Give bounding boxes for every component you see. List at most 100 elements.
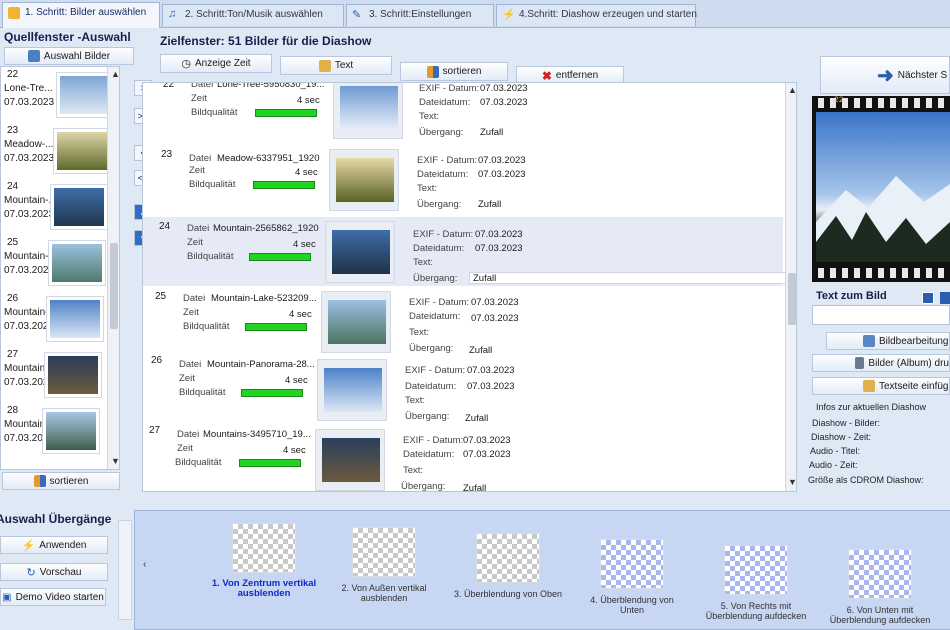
quality-bar xyxy=(249,253,311,261)
button-label: sortieren xyxy=(442,66,482,77)
target-sort-button[interactable]: sortieren xyxy=(400,62,508,81)
button-label: Nächster S xyxy=(897,69,948,81)
scroll-down-icon[interactable]: ▼ xyxy=(788,477,796,487)
scroll-up-icon[interactable]: ▲ xyxy=(788,85,796,95)
transition-field[interactable] xyxy=(469,272,791,284)
exif-label: EXIF - Datum: xyxy=(409,297,470,308)
tab-step-2[interactable]: ♫ 2. Schritt:Ton/Musik auswählen xyxy=(162,4,344,26)
print-album-button[interactable]: Bilder (Album) dru xyxy=(812,354,950,372)
text-button[interactable]: Text xyxy=(280,56,392,75)
transition-item[interactable]: 6. Von Unten mit Überblendung aufdecken xyxy=(825,549,935,625)
text-label: Text: xyxy=(405,395,426,406)
next-step-button[interactable]: ➜ Nächster S xyxy=(820,56,950,94)
select-images-button[interactable]: Auswahl Bilder xyxy=(4,47,134,65)
table-row[interactable]: 26 Datei Mountain-Panorama-28... Zeit 4 … xyxy=(143,355,783,424)
quality-bar xyxy=(241,389,303,397)
time-label: Zeit xyxy=(183,307,199,318)
tab-step-1[interactable]: 1. Schritt: Bilder auswählen xyxy=(2,2,160,28)
text-align-icon[interactable] xyxy=(922,292,934,304)
tab-label: 3. Schritt:Einstellungen xyxy=(369,9,472,20)
settings-icon: ✎ xyxy=(352,9,362,21)
list-item[interactable]: 24 Mountain-... 07.03.2023 xyxy=(1,179,119,235)
item-number: 23 xyxy=(7,125,19,136)
text-style-icon[interactable] xyxy=(940,292,950,304)
clock-icon: ◷ xyxy=(181,58,191,70)
image-thumbnail xyxy=(54,129,110,173)
image-thumbnail xyxy=(57,73,113,117)
quality-bar xyxy=(253,181,315,189)
file-label: Datei xyxy=(189,153,212,164)
target-scrollbar[interactable]: ▲ ▼ xyxy=(785,83,796,491)
row-number: 27 xyxy=(149,425,161,436)
item-number: 26 xyxy=(7,293,19,304)
row-number: 24 xyxy=(159,221,171,232)
source-sort-button[interactable]: sortieren xyxy=(2,472,120,490)
transition-item-selected[interactable]: 1. Von Zentrum vertikal ausblenden xyxy=(209,523,319,599)
list-item[interactable]: 23 Meadow-... 07.03.2023 xyxy=(1,123,119,179)
table-row[interactable]: 23 Datei Meadow-6337951_1920 Zeit 4 sec … xyxy=(143,147,783,216)
info-audio-title: Audio - Titel: xyxy=(810,446,861,456)
transition-value[interactable]: Zufall xyxy=(478,199,501,210)
transitions-strip[interactable]: ‹ 1. Von Zentrum vertikal ausblenden 2. … xyxy=(134,510,950,630)
table-row[interactable]: 25 Datei Mountain-Lake-523209... Zeit 4 … xyxy=(143,287,783,356)
quality-bar xyxy=(245,323,307,331)
row-number: 22 xyxy=(163,82,175,90)
scroll-up-icon[interactable]: ▲ xyxy=(111,69,119,79)
insert-textpage-button[interactable]: Textseite einfüg xyxy=(812,377,950,395)
transition-item[interactable]: 4. Überblendung von Unten xyxy=(577,539,687,615)
chevron-left-icon[interactable]: ‹ xyxy=(143,559,146,570)
show-time-button[interactable]: ◷ Anzeige Zeit xyxy=(160,54,272,73)
target-title: Zielfenster: 51 Bilder für die Diashow xyxy=(160,34,372,48)
time-label: Zeit xyxy=(187,237,203,248)
transition-value[interactable]: Zufall xyxy=(473,273,496,284)
tab-step-4[interactable]: ⚡ 4.Schritt: Diashow erzeugen und starte… xyxy=(496,4,697,26)
demo-video-button[interactable]: ▣ Demo Video starten xyxy=(0,588,106,606)
info-cdrom-size: Größe als CDROM Diashow: xyxy=(808,475,924,485)
item-date: 07.03.2023 xyxy=(4,265,55,276)
table-row[interactable]: 27 Datei Mountains-3495710_19... Zeit 4 … xyxy=(143,423,783,491)
transition-label: 4. Überblendung von Unten xyxy=(590,595,674,615)
transition-label: 5. Von Rechts mit Überblendung aufdecken xyxy=(705,601,807,621)
quality-bar xyxy=(239,459,301,467)
list-item[interactable]: 27 Mountain-... 07.03.2023 xyxy=(1,347,119,403)
image-text-input[interactable] xyxy=(812,305,950,325)
source-scrollbar[interactable]: ▲ ▼ xyxy=(107,67,119,469)
list-item[interactable]: 26 Mountain-... 07.03.2023 xyxy=(1,291,119,347)
list-item[interactable]: 22 Lone-Tre... 07.03.2023 xyxy=(1,67,119,123)
transition-preview xyxy=(600,539,664,589)
transition-label: 2. Von Außen vertikal ausblenden xyxy=(341,583,427,603)
scrollbar-thumb[interactable] xyxy=(788,273,796,325)
transition-item[interactable]: 2. Von Außen vertikal ausblenden xyxy=(329,527,439,603)
list-item[interactable]: 25 Mountain-... 07.03.2023 xyxy=(1,235,119,291)
row-thumbnail xyxy=(321,291,391,353)
table-row-selected[interactable]: 24 Datei Mountain-2565862_1920 Zeit 4 se… xyxy=(143,217,791,286)
sort-icon xyxy=(33,475,46,487)
lightning-icon: ⚡ xyxy=(502,9,516,21)
transition-preview xyxy=(724,545,788,595)
preview-button[interactable]: ↻ Vorschau xyxy=(0,563,108,581)
apply-button[interactable]: ⚡ Anwenden xyxy=(0,536,108,554)
quality-label: Bildqualität xyxy=(187,251,234,262)
time-value: 4 sec xyxy=(285,375,308,386)
quality-label: Bildqualität xyxy=(179,387,226,398)
target-list[interactable]: 22 Datei Lone-Tree-5950830_19... Zeit 4 … xyxy=(142,82,797,492)
lightning-icon: ⚡ xyxy=(21,539,36,552)
transition-item[interactable]: 5. Von Rechts mit Überblendung aufdecken xyxy=(701,545,811,621)
transition-item[interactable]: 3. Überblendung von Oben xyxy=(453,533,563,599)
transition-value[interactable]: Zufall xyxy=(463,483,486,491)
item-date: 07.03.2023 xyxy=(4,153,55,164)
file-label: Datei xyxy=(191,82,214,90)
tab-step-3[interactable]: ✎ 3. Schritt:Einstellungen xyxy=(346,4,494,26)
scroll-down-icon[interactable]: ▼ xyxy=(111,456,119,466)
close-icon: ✖ xyxy=(541,68,552,83)
transitions-side-scrollbar[interactable] xyxy=(118,520,132,620)
scrollbar-thumb[interactable] xyxy=(110,243,118,329)
table-row[interactable]: 22 Datei Lone-Tree-5950830_19... Zeit 4 … xyxy=(143,82,783,146)
source-list[interactable]: 22 Lone-Tre... 07.03.2023 23 Meadow-... … xyxy=(0,66,120,470)
image-edit-button[interactable]: Bildbearbeitung xyxy=(826,332,950,350)
transition-value[interactable]: Zufall xyxy=(480,127,503,138)
button-label: sortieren xyxy=(49,475,89,487)
transition-preview xyxy=(476,533,540,583)
list-item[interactable]: 28 Mountain-... 07.03.2023 xyxy=(1,403,119,459)
time-label: Zeit xyxy=(189,165,205,176)
